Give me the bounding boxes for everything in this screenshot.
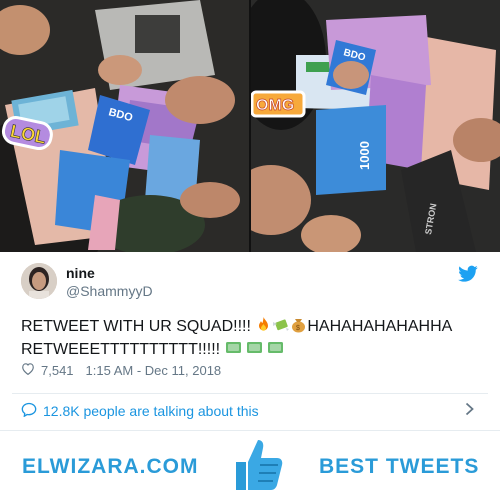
bill-value-text: 1000 [357, 141, 372, 170]
tweet-text-line2: RETWEEETTTTTTTTTT!!!!! [21, 341, 225, 358]
avatar[interactable] [21, 263, 57, 299]
fire-icon [255, 316, 272, 339]
footer-site-text: ELWIZARA.COM [22, 455, 199, 478]
tweet-media[interactable]: BDO LOL BDO 1000 STRON OMG [0, 0, 500, 252]
tweet-meta: 7,541 1:15 AM - Dec 11, 2018 [21, 362, 221, 378]
speech-bubble-icon [21, 402, 37, 420]
tweet-text: RETWEET WITH UR SQUAD!!!! $ HAHAHAHAHAHHA… [21, 316, 481, 362]
dollar-bill-icon [246, 339, 263, 362]
dollar-bill-icon [225, 339, 242, 362]
photo-left[interactable]: BDO LOL [0, 0, 249, 252]
twitter-bird-icon[interactable] [458, 265, 478, 283]
dollar-bill-icon [267, 339, 284, 362]
conversation-text[interactable]: 12.8K people are talking about this [43, 403, 259, 419]
footer-tagline-text: BEST TWEETS [319, 455, 480, 478]
money-bag-icon: $ [290, 316, 307, 339]
divider [12, 393, 488, 394]
tweet-text-line1-end: HAHAHAHAHAHHA [307, 318, 453, 335]
chevron-right-icon[interactable] [465, 402, 474, 420]
like-count[interactable]: 7,541 [41, 363, 74, 378]
heart-icon[interactable] [21, 362, 35, 378]
photo-right[interactable]: BDO 1000 STRON OMG [251, 0, 500, 252]
svg-text:$: $ [296, 325, 300, 332]
tweet-text-line1: RETWEET WITH UR SQUAD!!!! [21, 318, 256, 335]
display-name[interactable]: nine [66, 265, 95, 281]
user-handle[interactable]: @ShammyyD [66, 283, 153, 299]
tweet-timestamp[interactable]: 1:15 AM - Dec 11, 2018 [86, 363, 222, 378]
money-with-wings-icon [272, 316, 290, 339]
omg-sticker-text: OMG [256, 97, 294, 114]
conversation-link[interactable]: 12.8K people are talking about this [21, 402, 259, 420]
thumbs-up-icon [228, 432, 288, 496]
